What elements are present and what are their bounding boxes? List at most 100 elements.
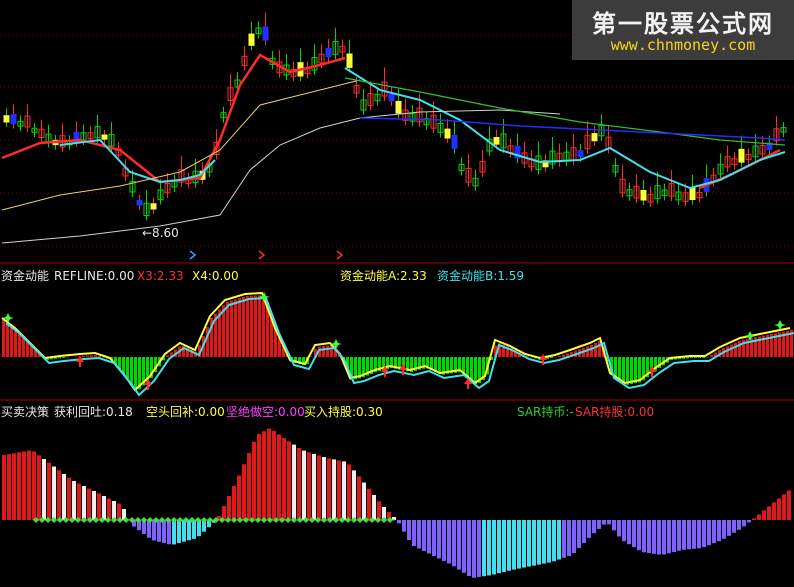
candle-body — [444, 128, 451, 139]
candle-body — [325, 47, 332, 58]
osc-bar — [694, 357, 697, 358]
decision-bar — [612, 520, 616, 531]
panel3-short-cover: 空头回补:0.00 — [146, 405, 225, 419]
decision-bar — [102, 496, 106, 520]
decision-bar — [82, 486, 86, 520]
candle-body — [451, 134, 458, 149]
decision-bar — [317, 455, 321, 520]
signal-marker-icon — [258, 250, 266, 260]
decision-bar — [657, 520, 661, 555]
osc-bar — [702, 357, 705, 358]
signal-marker-icon — [189, 250, 197, 260]
decision-bar — [337, 460, 341, 520]
low-price-annotation: ←8.60 — [142, 226, 179, 240]
decision-bar — [572, 520, 576, 553]
decision-bar — [407, 520, 411, 540]
osc-bar — [326, 345, 329, 357]
decision-bar — [567, 520, 571, 557]
osc-bar — [2, 320, 5, 357]
decision-bar — [697, 520, 701, 549]
diamond-marker-icon — [81, 517, 87, 523]
stock-chart[interactable] — [0, 0, 794, 587]
candle-body — [738, 148, 745, 163]
decision-bar — [637, 520, 641, 551]
candle-body — [591, 133, 598, 142]
decision-bar — [492, 520, 496, 575]
decision-bar — [752, 518, 756, 520]
osc-bar — [618, 357, 621, 381]
decision-bar — [177, 520, 181, 544]
candle-body — [493, 137, 500, 145]
diamond-marker-icon — [381, 517, 387, 523]
osc-bar — [470, 357, 473, 381]
osc-bar — [126, 357, 129, 380]
osc-bar — [698, 357, 701, 358]
decision-bar — [322, 457, 326, 520]
decision-bar — [22, 451, 26, 520]
candle-body — [640, 189, 647, 201]
osc-bar — [474, 357, 477, 385]
osc-bar — [630, 357, 633, 384]
decision-bar — [397, 520, 401, 524]
decision-bar — [237, 475, 241, 520]
watermark-title: 第一股票公式网 — [592, 10, 774, 38]
capital-momentum-panel[interactable] — [1, 291, 794, 397]
decision-bar — [737, 520, 741, 530]
decision-bar — [542, 520, 546, 564]
osc-bar — [690, 357, 693, 358]
trading-decision-panel[interactable] — [2, 428, 791, 578]
decision-bar — [682, 520, 686, 550]
decision-bar — [457, 520, 461, 570]
decision-bar — [147, 520, 151, 538]
decision-bar — [482, 520, 486, 577]
decision-bar — [437, 520, 441, 559]
diamond-marker-icon — [231, 517, 237, 523]
decision-bar — [17, 452, 21, 520]
decision-bar — [307, 452, 311, 520]
candle-body — [136, 199, 143, 206]
diamond-marker-icon — [171, 517, 177, 523]
osc-bar — [734, 342, 737, 357]
candle-body — [395, 100, 402, 114]
osc-bar — [466, 357, 469, 378]
decision-bar — [677, 520, 681, 551]
decision-bar — [777, 498, 781, 520]
decision-bar — [332, 459, 336, 520]
decision-bar — [577, 520, 581, 548]
osc-bar — [86, 355, 89, 357]
decision-bar — [412, 520, 416, 546]
panel3-title: 买卖决策 — [1, 405, 50, 419]
decision-bar — [67, 477, 71, 520]
diamond-marker-icon — [51, 517, 57, 523]
decision-bar — [787, 490, 791, 520]
decision-bar — [462, 520, 466, 573]
grid-lines — [0, 34, 794, 401]
decision-bar — [432, 520, 436, 556]
decision-bar — [277, 434, 281, 520]
decision-bar — [272, 430, 276, 520]
decision-bar — [687, 520, 691, 550]
decision-bar — [667, 520, 671, 554]
candle-body — [150, 203, 157, 210]
decision-bar — [262, 431, 266, 520]
decision-bar — [447, 520, 451, 564]
decision-bar — [267, 428, 271, 520]
decision-bar — [442, 520, 446, 561]
diamond-marker-icon — [111, 517, 117, 523]
osc-bar — [234, 299, 237, 357]
candle-body — [10, 114, 17, 125]
decision-bar — [172, 520, 176, 545]
decision-bar — [652, 520, 656, 554]
decision-bar — [227, 496, 231, 520]
decision-bar — [157, 520, 161, 542]
decision-bar — [427, 520, 431, 554]
decision-bar — [517, 520, 521, 569]
ma-green-line — [344, 77, 786, 146]
decision-bar — [97, 493, 101, 520]
osc-bar — [130, 357, 133, 385]
decision-bar — [537, 520, 541, 565]
osc-bar — [98, 356, 101, 357]
decision-bar — [292, 444, 296, 520]
decision-bar — [757, 514, 761, 520]
decision-bar — [512, 520, 516, 570]
